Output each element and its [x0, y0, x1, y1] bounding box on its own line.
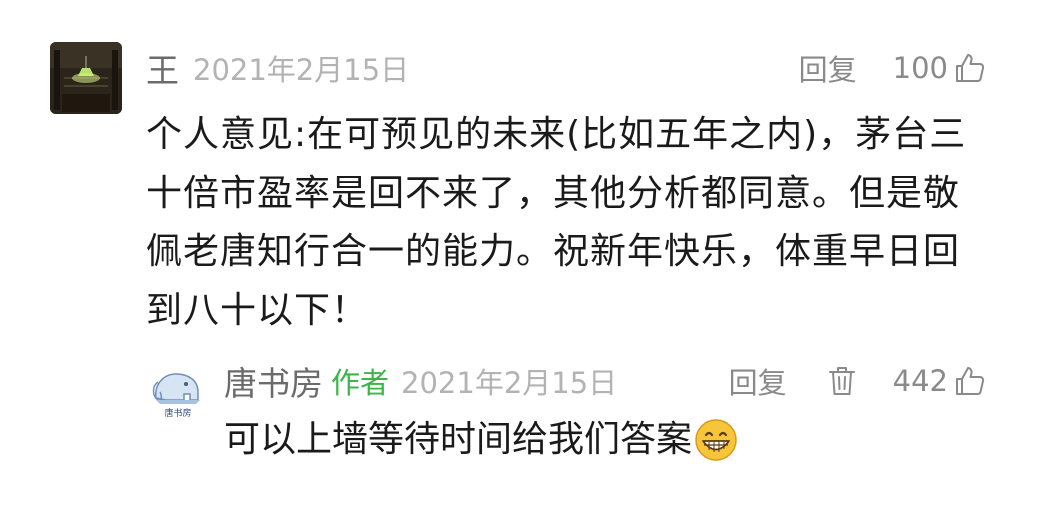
- comment-actions: 回复 100: [799, 46, 986, 90]
- reply-actions: 回复 442: [729, 360, 986, 402]
- avatar-image: [50, 42, 122, 114]
- elephant-logo-icon: 唐书房: [148, 362, 208, 422]
- username[interactable]: 王: [146, 44, 179, 92]
- reply-meta: 唐书房 作者 2021年2月15日: [224, 357, 618, 405]
- comment-meta: 王 2021年2月15日: [146, 46, 409, 90]
- author-badge: 作者: [331, 366, 390, 400]
- reply-date: 2021年2月15日: [401, 366, 618, 400]
- comment-date: 2021年2月15日: [193, 53, 410, 87]
- reply-text: 可以上墙等待时间给我们答案: [224, 419, 693, 460]
- like-count: 442: [892, 364, 948, 398]
- thumbs-up-icon[interactable]: [954, 52, 986, 84]
- author-avatar[interactable]: 唐书房: [148, 362, 208, 422]
- comment-text: 个人意见:在可预见的未来(比如五年之内)，茅台三十倍市盈率是回不来了，其他分析都…: [146, 114, 967, 331]
- like-count: 100: [892, 51, 948, 85]
- reply-text-row: 可以上墙等待时间给我们答案: [224, 414, 738, 466]
- reply-button[interactable]: 回复: [729, 360, 787, 402]
- thumbs-up-icon[interactable]: [954, 365, 986, 397]
- trash-icon[interactable]: [827, 365, 857, 397]
- grinning-face-emoji-icon: [694, 418, 738, 462]
- avatar-caption: 唐书房: [164, 407, 191, 419]
- avatar[interactable]: [50, 42, 122, 114]
- reply-button[interactable]: 回复: [799, 47, 857, 89]
- author-username[interactable]: 唐书房: [224, 357, 323, 405]
